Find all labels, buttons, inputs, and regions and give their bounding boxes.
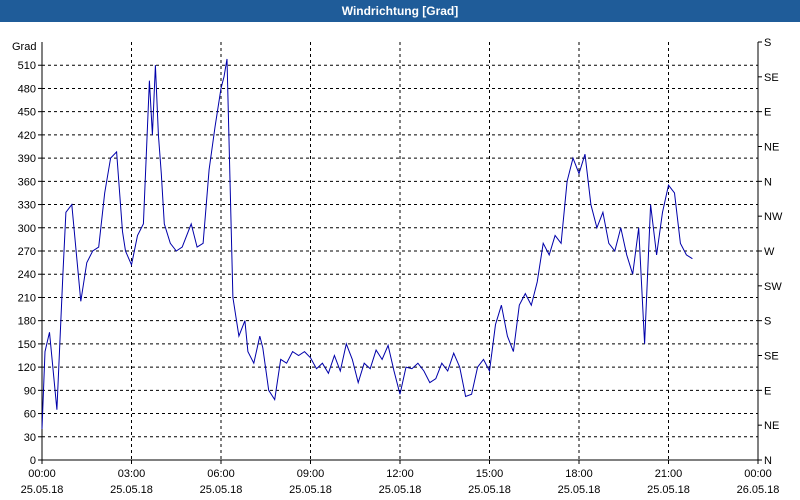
y-axis-unit-label: Grad bbox=[12, 41, 36, 53]
direction-label: N bbox=[764, 176, 772, 188]
x-tick-date: 25.05.18 bbox=[200, 484, 243, 496]
y-tick-label: 180 bbox=[18, 316, 36, 328]
y-tick-label: 450 bbox=[18, 107, 36, 119]
x-tick-date: 25.05.18 bbox=[379, 484, 422, 496]
x-tick-time: 00:00 bbox=[28, 468, 56, 480]
y-tick-label: 0 bbox=[30, 455, 36, 467]
x-tick-date: 25.05.18 bbox=[558, 484, 601, 496]
x-tick-date: 25.05.18 bbox=[647, 484, 690, 496]
grid-lines bbox=[42, 42, 758, 460]
direction-label: E bbox=[764, 107, 771, 119]
x-tick-time: 18:00 bbox=[565, 468, 593, 480]
x-tick-time: 21:00 bbox=[655, 468, 683, 480]
y-tick-label: 420 bbox=[18, 130, 36, 142]
direction-label: W bbox=[764, 246, 775, 258]
direction-label: S bbox=[764, 316, 771, 328]
y-tick-label: 360 bbox=[18, 176, 36, 188]
x-tick-date: 25.05.18 bbox=[21, 484, 64, 496]
direction-label: NW bbox=[764, 211, 783, 223]
x-axis-labels: 00:00 25.05.18 03:00 25.05.18 06:00 25.05.18 0… bbox=[21, 468, 780, 496]
x-tick-time: 12:00 bbox=[386, 468, 414, 480]
x-tick-date: 26.05.18 bbox=[737, 484, 780, 496]
y-tick-label: 120 bbox=[18, 362, 36, 374]
direction-label: SE bbox=[764, 351, 779, 363]
chart-title: Windrichtung [Grad] bbox=[341, 4, 459, 18]
x-tick-date: 25.05.18 bbox=[289, 484, 332, 496]
y-tick-label: 60 bbox=[24, 409, 36, 421]
x-tick-time: 09:00 bbox=[297, 468, 325, 480]
direction-label: SW bbox=[764, 281, 782, 293]
direction-label: S bbox=[764, 37, 771, 49]
y-tick-label: 300 bbox=[18, 223, 36, 235]
y-tick-label: 390 bbox=[18, 153, 36, 165]
y-tick-label: 210 bbox=[18, 292, 36, 304]
direction-label: E bbox=[764, 385, 771, 397]
direction-label: NE bbox=[764, 420, 779, 432]
right-axis-direction-labels: N NE E SE S SW W NW N NE E SE S bbox=[764, 37, 783, 467]
y-tick-label: 510 bbox=[18, 60, 36, 72]
direction-label: NE bbox=[764, 142, 779, 154]
y-tick-label: 270 bbox=[18, 246, 36, 258]
y-tick-label: 240 bbox=[18, 269, 36, 281]
direction-label: SE bbox=[764, 72, 779, 84]
line-chart: 0 30 60 90 120 150 180 210 240 270 300 330 360 390 420… bbox=[12, 37, 783, 496]
x-tick-time: 00:00 bbox=[744, 468, 772, 480]
x-tick-time: 06:00 bbox=[207, 468, 235, 480]
y-tick-label: 150 bbox=[18, 339, 36, 351]
y-axis-labels: 0 30 60 90 120 150 180 210 240 270 300 330 360 390 420… bbox=[18, 60, 36, 467]
x-tick-date: 25.05.18 bbox=[468, 484, 511, 496]
chart-title-bar: Windrichtung [Grad] bbox=[0, 0, 800, 22]
y-tick-label: 90 bbox=[24, 385, 36, 397]
x-tick-date: 25.05.18 bbox=[110, 484, 153, 496]
x-tick-time: 03:00 bbox=[118, 468, 146, 480]
chart-area: 0 30 60 90 120 150 180 210 240 270 300 330 360 390 420… bbox=[0, 22, 800, 500]
y-tick-label: 330 bbox=[18, 200, 36, 212]
series-line bbox=[41, 58, 693, 430]
x-tick-time: 15:00 bbox=[476, 468, 504, 480]
direction-label: N bbox=[764, 455, 772, 467]
y-tick-label: 30 bbox=[24, 432, 36, 444]
y-tick-label: 480 bbox=[18, 83, 36, 95]
